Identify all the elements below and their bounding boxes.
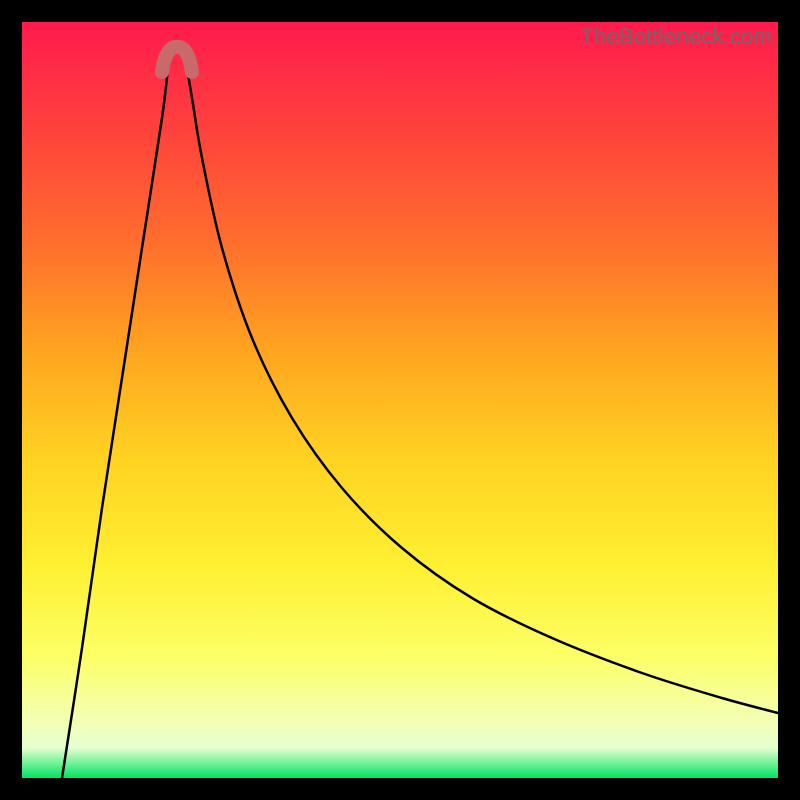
u-shaped-marker xyxy=(22,22,778,778)
chart-frame: TheBottleneck.com xyxy=(0,0,800,800)
plot-area: TheBottleneck.com xyxy=(22,22,778,778)
